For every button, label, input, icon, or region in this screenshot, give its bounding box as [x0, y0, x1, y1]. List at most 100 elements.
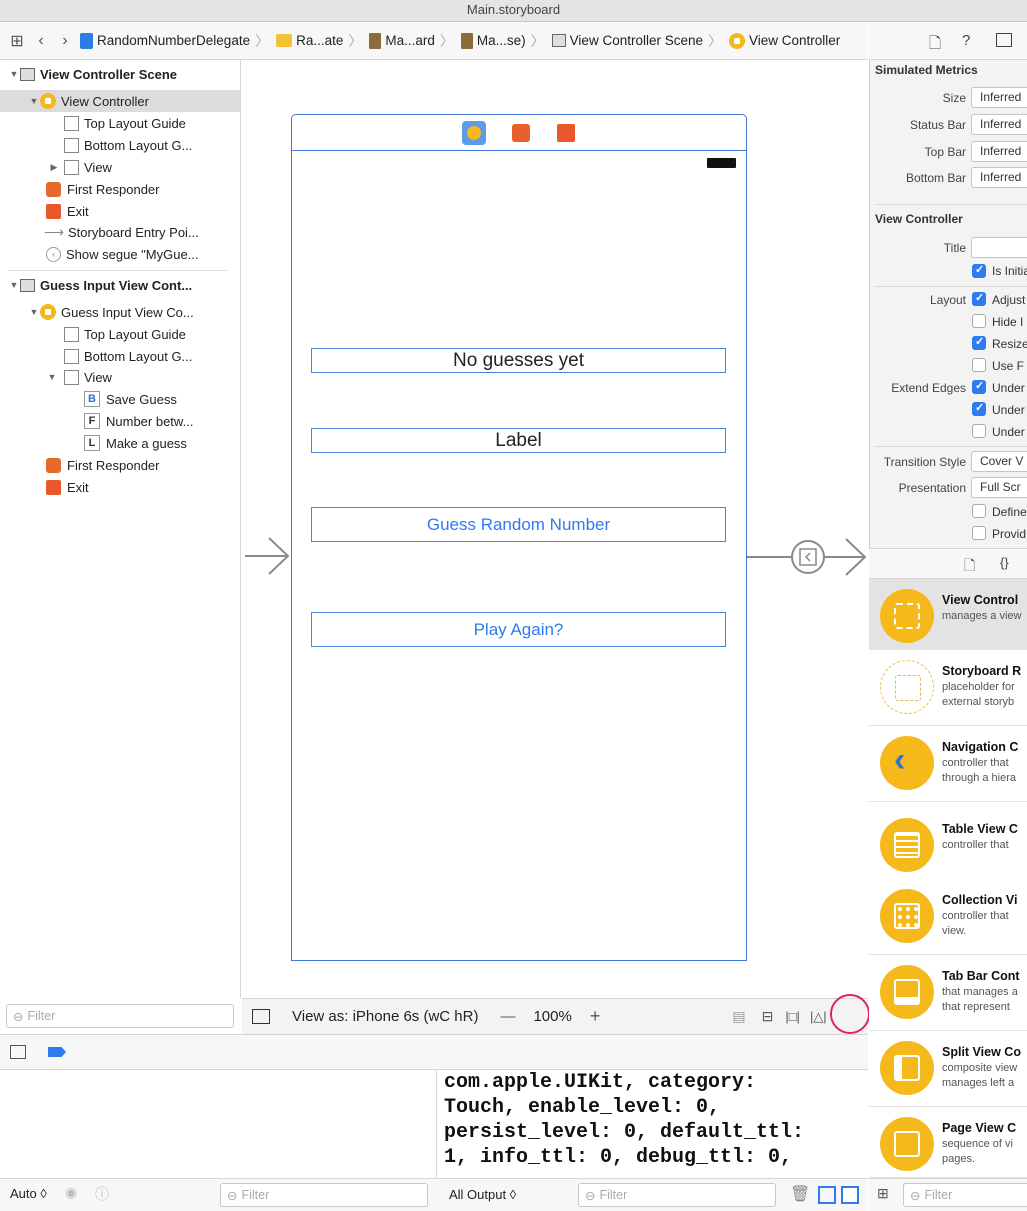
breadcrumb-group[interactable]: Ra...ate 〉 [276, 31, 363, 51]
output-selector[interactable]: All Output ◊ [449, 1187, 516, 1202]
outline-entry-point[interactable]: ⟶ Storyboard Entry Poi... [44, 221, 199, 243]
hide-debug-area-icon[interactable] [10, 1045, 26, 1059]
title-field[interactable] [971, 237, 1027, 258]
file-inspector-icon[interactable]: 🗋 [929, 33, 941, 58]
is-initial-checkbox[interactable] [972, 263, 986, 278]
breakpoints-toggle-icon[interactable] [48, 1047, 66, 1057]
defines-context-checkbox[interactable] [972, 504, 986, 518]
use-full-screen-checkbox[interactable] [972, 358, 986, 372]
outline-filter-field[interactable]: ⊖ Filter [6, 1004, 234, 1028]
under-top-bars-checkbox[interactable] [972, 379, 986, 394]
variables-filter-field[interactable]: ⊖ Filter [220, 1183, 428, 1207]
library-item-navigation-controller[interactable]: ‹ Navigation C controller that through a… [869, 726, 1027, 802]
back-button[interactable]: ‹ [32, 32, 50, 50]
status-bar-popup[interactable]: Inferred [971, 114, 1027, 135]
show-console-icon[interactable] [841, 1186, 859, 1204]
toggle-outline-icon[interactable] [252, 1009, 270, 1024]
outline-exit-2[interactable]: Exit [46, 476, 89, 498]
play-again-button[interactable]: Play Again? [311, 612, 726, 647]
breadcrumb-view-controller[interactable]: View Controller [729, 32, 840, 49]
help-inspector-icon[interactable]: ? [962, 32, 970, 49]
bottom-bar-popup[interactable]: Inferred [971, 167, 1027, 188]
outline-save-guess[interactable]: B Save Guess [84, 388, 177, 410]
outline-bottom-layout-guide[interactable]: Bottom Layout G... [64, 134, 192, 156]
outline-guess-input-vc[interactable]: ▼ Guess Input View Co... [28, 301, 194, 323]
outline-view-2[interactable]: ▼ View [46, 366, 112, 388]
outline-scene-2[interactable]: ▼ Guess Input View Cont... [8, 274, 193, 296]
pin-icon[interactable]: |□| [785, 1009, 800, 1024]
view-as-device[interactable]: View as: iPhone 6s (wC hR) [292, 1008, 478, 1025]
library-item-collection-view-controller[interactable]: Collection Vi controller that view. [869, 879, 1027, 955]
library-item-table-view-controller[interactable]: Table View C controller that [869, 808, 1027, 884]
section-divider [875, 204, 1027, 205]
segue-arrow-icon[interactable] [747, 531, 868, 583]
presentation-popup[interactable]: Full Scr [971, 477, 1027, 498]
console-output[interactable]: com.apple.UIKit, category: Touch, enable… [438, 1070, 868, 1178]
outline-first-responder[interactable]: First Responder [46, 178, 159, 200]
outline-top-layout-guide[interactable]: Top Layout Guide [64, 112, 186, 134]
outline-number-field[interactable]: F Number betw... [84, 410, 193, 432]
eye-icon[interactable]: ◉ [65, 1184, 77, 1201]
view-controller-scene[interactable] [291, 150, 747, 961]
related-items-icon[interactable]: ⊞ [8, 31, 26, 51]
library-item-storyboard-reference[interactable]: Storyboard R placeholder for external st… [869, 650, 1027, 726]
under-bottom-bars-checkbox[interactable] [972, 401, 986, 416]
breadcrumb-project[interactable]: RandomNumberDelegate 〉 [80, 31, 270, 51]
library-item-view-controller[interactable]: View Control manages a view [869, 579, 1027, 655]
variables-scope-selector[interactable]: Auto ◊ [10, 1186, 47, 1201]
outline-view-controller[interactable]: ▼ View Controller [0, 90, 240, 112]
under-opaque-bars-checkbox[interactable] [972, 424, 986, 438]
breadcrumb-base[interactable]: Ma...se) 〉 [460, 31, 546, 51]
label-element[interactable]: Label [311, 428, 726, 453]
zoom-out-button[interactable]: — [500, 1008, 515, 1025]
document-outline: ▼ View Controller Scene ▼ View Controller … [0, 60, 241, 998]
library-item-split-view-controller[interactable]: Split View Co composite view manages lef… [869, 1031, 1027, 1107]
disclosure-triangle-icon[interactable]: ▼ [46, 372, 58, 382]
code-snippet-library-icon[interactable]: {} [1000, 555, 1009, 570]
disclosure-triangle-icon[interactable]: ▼ [8, 280, 20, 290]
resize-checkbox[interactable] [972, 335, 986, 350]
forward-button[interactable]: › [56, 32, 74, 50]
breadcrumb-scene[interactable]: View Controller Scene 〉 [551, 31, 723, 51]
library-item-page-view-controller[interactable]: Page View C sequence of vi pages. [869, 1107, 1027, 1178]
info-icon[interactable]: ⓘ [95, 1184, 109, 1204]
outline-bottom-layout-guide-2[interactable]: Bottom Layout G... [64, 345, 192, 367]
adjust-checkbox[interactable] [972, 291, 986, 306]
zoom-in-button[interactable]: + [590, 1006, 601, 1027]
console-filter-field[interactable]: ⊖ Filter [578, 1183, 776, 1207]
first-responder-dock-icon[interactable] [509, 121, 533, 145]
outline-scene-1[interactable]: ▼ View Controller Scene [8, 63, 178, 85]
grid-view-icon[interactable]: ⊞ [877, 1185, 889, 1202]
hide-checkbox[interactable] [972, 314, 986, 328]
transition-style-popup[interactable]: Cover V [971, 451, 1027, 472]
identity-inspector-icon[interactable] [996, 33, 1012, 47]
outline-view[interactable]: ▶ View [48, 156, 112, 178]
entry-point-arrow-icon[interactable] [245, 530, 291, 582]
size-popup[interactable]: Inferred [971, 87, 1027, 108]
file-template-library-icon[interactable]: 🗋 [964, 555, 975, 579]
embed-in-stack-icon[interactable]: ▤ [732, 1008, 745, 1025]
disclosure-triangle-icon[interactable]: ▼ [28, 96, 40, 106]
library-item-tab-bar-controller[interactable]: Tab Bar Cont that manages a that represe… [869, 955, 1027, 1031]
outline-first-responder-2[interactable]: First Responder [46, 454, 159, 476]
show-variables-icon[interactable] [818, 1186, 836, 1204]
no-guesses-label[interactable]: No guesses yet [311, 348, 726, 373]
disclosure-triangle-icon[interactable]: ▼ [28, 307, 40, 317]
breadcrumb-storyboard[interactable]: Ma...ard 〉 [369, 31, 455, 51]
align-icon[interactable]: ⊟ [762, 1008, 774, 1025]
disclosure-triangle-icon[interactable]: ▼ [8, 69, 20, 79]
provides-context-checkbox[interactable] [972, 526, 986, 540]
outline-segue[interactable]: ‹ Show segue "MyGue... [46, 243, 199, 265]
outline-top-layout-guide-2[interactable]: Top Layout Guide [64, 323, 186, 345]
library-filter-field[interactable]: ⊖ Filter [903, 1183, 1027, 1207]
disclosure-triangle-icon[interactable]: ▶ [48, 162, 60, 173]
trash-icon[interactable]: 🗑 [790, 1184, 810, 1204]
outline-exit[interactable]: Exit [46, 200, 89, 222]
guess-random-number-button[interactable]: Guess Random Number [311, 507, 726, 542]
exit-dock-icon[interactable] [554, 121, 578, 145]
outline-make-guess-label[interactable]: L Make a guess [84, 432, 187, 454]
view-icon [64, 369, 79, 385]
view-controller-dock-icon[interactable] [462, 121, 486, 145]
top-bar-popup[interactable]: Inferred [971, 141, 1027, 162]
resolve-auto-layout-icon[interactable]: |△| [810, 1009, 827, 1025]
